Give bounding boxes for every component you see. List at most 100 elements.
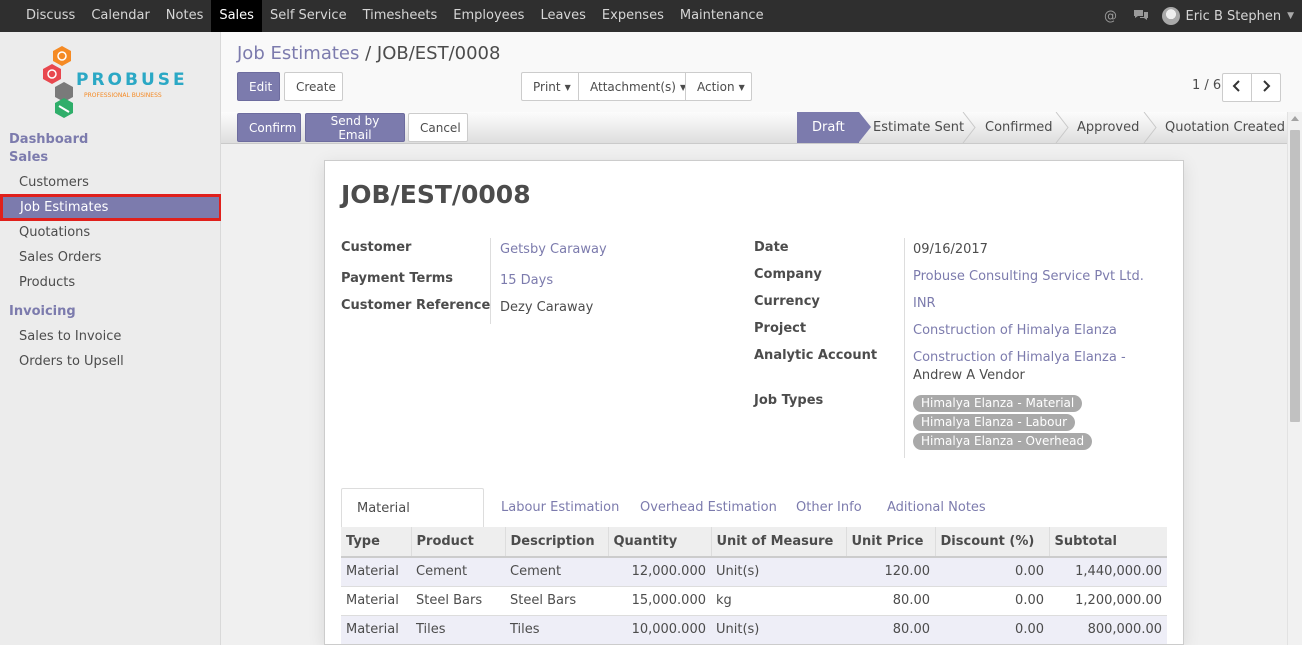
cell-subtotal: 800,000.00 [1049,614,1167,644]
avatar [1161,7,1180,25]
menu-calendar[interactable]: Calendar [83,0,157,32]
column-subtotal[interactable]: Subtotal [1049,527,1167,558]
job-type-tag-material[interactable]: Himalya Elanza - Material [913,395,1083,412]
menu-timesheets[interactable]: Timesheets [355,0,446,32]
chat-icon[interactable] [1132,8,1150,25]
table-row[interactable]: Material Steel Bars Steel Bars 15,000.00… [341,585,1167,615]
tab-overhead-estimation[interactable]: Overhead Estimation [625,488,792,528]
scroll-up-icon[interactable] [1291,116,1299,121]
sidebar-item-sales-orders[interactable]: Sales Orders [0,245,221,270]
breadcrumb-separator: / [365,43,372,64]
table-row[interactable]: Material Tiles Tiles 10,000.000 Unit(s) … [341,614,1167,644]
stage-approved[interactable]: Approved [1077,112,1139,143]
scrollbar-thumb[interactable] [1290,130,1300,422]
stage-quotation-created[interactable]: Quotation Created [1165,112,1285,143]
menu-notes[interactable]: Notes [158,0,212,32]
top-navbar: Discuss Calendar Notes Sales Self Servic… [0,0,1302,32]
column-unit-of-measure[interactable]: Unit of Measure [711,527,847,558]
cell-description: Cement [505,556,608,586]
sidebar-item-products[interactable]: Products [0,270,221,295]
customer-reference-field[interactable]: Dezy Caraway [500,300,593,315]
menu-self-service[interactable]: Self Service [262,0,355,32]
customer-field[interactable]: Getsby Caraway [500,242,607,257]
tab-other-info[interactable]: Other Info [781,488,877,528]
customer-label: Customer [341,240,412,255]
menu-leaves[interactable]: Leaves [532,0,593,32]
print-dropdown[interactable]: Print ▼ [521,72,579,101]
user-name: Eric B Stephen [1185,8,1282,24]
send-by-email-button[interactable]: Send by Email [305,113,405,142]
logo-tagline: PROFESSIONAL BUSINESS [84,92,162,99]
cell-quantity: 15,000.000 [608,585,711,615]
sidebar-item-orders-to-upsell[interactable]: Orders to Upsell [0,349,221,374]
project-field[interactable]: Construction of Himalya Elanza [913,323,1117,338]
menu-sales[interactable]: Sales [211,0,262,32]
cell-unit-of-measure: Unit(s) [711,556,846,586]
date-field[interactable]: 09/16/2017 [913,242,988,257]
column-type[interactable]: Type [341,527,412,558]
field-divider [490,238,491,324]
currency-field[interactable]: INR [913,296,936,311]
tab-aditional-notes[interactable]: Aditional Notes [872,488,1001,528]
create-button[interactable]: Create [284,72,343,101]
payment-terms-field[interactable]: 15 Days [500,273,553,288]
column-product[interactable]: Product [411,527,506,558]
cell-unit-price: 80.00 [846,614,935,644]
pager-previous-button[interactable] [1222,73,1252,102]
attachments-label: Attachment(s) [590,79,676,94]
pager-value[interactable]: 1 / 6 [1192,78,1221,93]
attachments-dropdown[interactable]: Attachment(s) ▼ [578,72,686,101]
sidebar-item-sales-to-invoice[interactable]: Sales to Invoice [0,324,221,349]
cell-unit-of-measure: kg [711,585,846,615]
record-title: JOB/EST/0008 [341,180,531,209]
cell-discount: 0.00 [935,585,1049,615]
cell-unit-price: 120.00 [846,556,935,586]
form-statusbar: Confirm Send by Email Cancel Draft Estim… [221,112,1287,144]
column-discount[interactable]: Discount (%) [935,527,1050,558]
sidebar-item-quotations[interactable]: Quotations [0,220,221,245]
menu-maintenance[interactable]: Maintenance [672,0,772,32]
column-description[interactable]: Description [505,527,609,558]
table-row[interactable]: Material Cement Cement 12,000.000 Unit(s… [341,556,1167,586]
customer-reference-label: Customer Reference [341,298,491,313]
stage-confirmed[interactable]: Confirmed [985,112,1053,143]
cell-subtotal: 1,200,000.00 [1049,585,1167,615]
breadcrumb-parent[interactable]: Job Estimates [237,43,359,64]
cell-type: Material [341,614,411,644]
company-field[interactable]: Probuse Consulting Service Pvt Ltd. [913,269,1144,284]
caret-down-icon: ▼ [738,82,745,92]
column-unit-price[interactable]: Unit Price [846,527,936,558]
stage-estimate-sent[interactable]: Estimate Sent [873,112,964,143]
user-menu[interactable]: Eric B Stephen ▼ [1161,7,1294,25]
print-label: Print [533,79,561,94]
sidebar-item-job-estimates[interactable]: Job Estimates [0,194,222,221]
table-header-row: Type Product Description Quantity Unit o… [341,527,1167,558]
breadcrumb-current: JOB/EST/0008 [376,43,501,64]
stage-draft: Draft [797,112,871,143]
action-dropdown[interactable]: Action ▼ [685,72,752,101]
tab-material-estimation[interactable]: Material Estimation [341,488,484,555]
job-type-tag-overhead[interactable]: Himalya Elanza - Overhead [913,433,1093,450]
sidebar-item-customers[interactable]: Customers [0,170,221,195]
chevron-left-icon [1232,80,1240,92]
cancel-button[interactable]: Cancel [408,113,468,142]
menu-discuss[interactable]: Discuss [18,0,83,32]
job-type-tag-labour[interactable]: Himalya Elanza - Labour [913,414,1076,431]
pager-next-button[interactable] [1251,73,1281,102]
mention-icon[interactable]: @ [1102,9,1120,24]
cell-quantity: 10,000.000 [608,614,711,644]
menu-employees[interactable]: Employees [445,0,532,32]
edit-button[interactable]: Edit [237,72,280,101]
confirm-button[interactable]: Confirm [237,113,301,142]
job-types-label: Job Types [754,393,824,408]
column-quantity[interactable]: Quantity [608,527,712,558]
tab-labour-estimation[interactable]: Labour Estimation [486,488,634,528]
analytic-account-field[interactable]: Construction of Himalya Elanza - [913,350,1126,365]
notebook-tabs: Material Estimation Labour Estimation Ov… [341,488,1167,555]
stage-separator [962,112,976,143]
analytic-account-label: Analytic Account [754,348,878,363]
menu-expenses[interactable]: Expenses [594,0,672,32]
field-divider [904,238,905,458]
sidebar-dashboard[interactable]: Dashboard [9,132,88,147]
vertical-scrollbar[interactable] [1287,112,1302,645]
